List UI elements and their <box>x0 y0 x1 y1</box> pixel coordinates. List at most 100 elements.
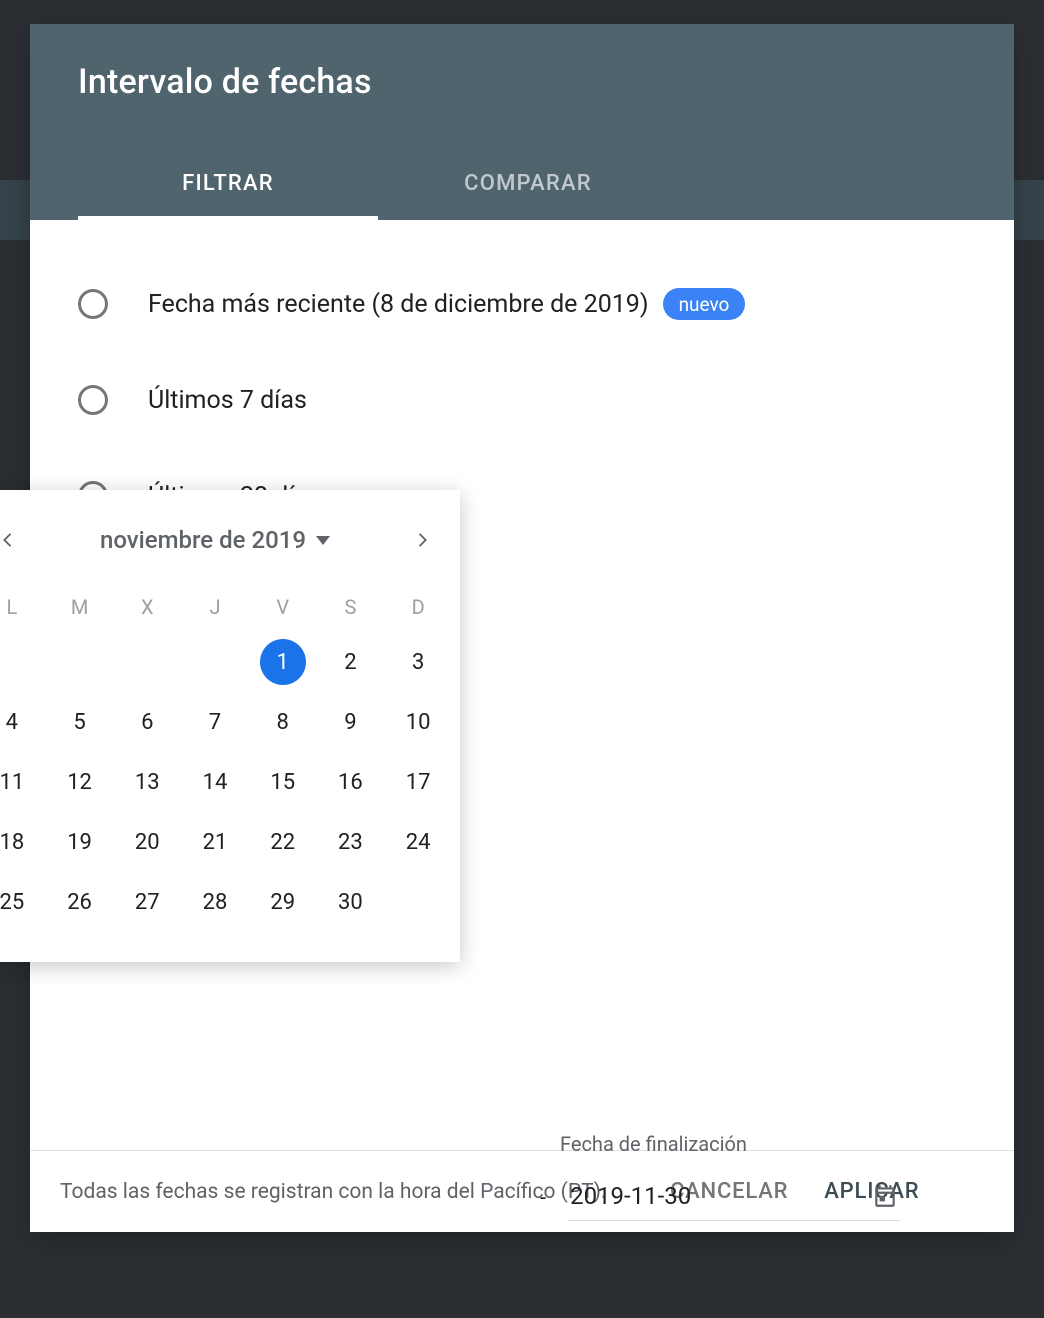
calendar-day-number: 14 <box>192 759 238 805</box>
dialog-title: Intervalo de fechas <box>78 62 966 102</box>
calendar-day-number: 2 <box>327 639 373 685</box>
weekday-header: X <box>113 582 181 632</box>
calendar-day-number: 25 <box>0 879 35 925</box>
calendar-day[interactable]: 7 <box>181 692 249 752</box>
chevron-left-icon <box>0 529 19 551</box>
calendar-day-number: 19 <box>57 819 103 865</box>
calendar-day[interactable]: 29 <box>249 872 317 932</box>
calendar-day[interactable]: 25 <box>0 872 46 932</box>
calendar-day[interactable]: 10 <box>384 692 452 752</box>
calendar-day[interactable]: 2 <box>317 632 385 692</box>
calendar-day[interactable]: 21 <box>181 812 249 872</box>
calendar-day[interactable]: 20 <box>113 812 181 872</box>
weekday-header: D <box>384 582 452 632</box>
calendar-day[interactable]: 26 <box>46 872 114 932</box>
calendar-day-number: 21 <box>192 819 238 865</box>
month-picker-button[interactable]: noviembre de 2019 <box>100 526 330 554</box>
calendar-day[interactable]: 6 <box>113 692 181 752</box>
calendar-day-number: 5 <box>57 699 103 745</box>
calendar-day-number: 9 <box>327 699 373 745</box>
calendar-day[interactable]: 27 <box>113 872 181 932</box>
calendar-day[interactable]: 23 <box>317 812 385 872</box>
tab-compare[interactable]: COMPARAR <box>378 150 678 220</box>
calendar-day-number: 3 <box>395 639 441 685</box>
calendar-day[interactable]: 19 <box>46 812 114 872</box>
calendar-day[interactable]: 18 <box>0 812 46 872</box>
calendar-day[interactable]: 1 <box>249 632 317 692</box>
month-label: noviembre de 2019 <box>100 526 306 554</box>
calendar-day-number: 26 <box>57 879 103 925</box>
calendar-day-number: 18 <box>0 819 35 865</box>
calendar-grid: LMXJVSD123456789101112131415161718192021… <box>0 572 460 932</box>
option-label: Fecha más reciente (8 de diciembre de 20… <box>148 290 649 319</box>
timezone-note: Todas las fechas se registran con la hor… <box>60 1176 640 1208</box>
end-date-label: Fecha de finalización <box>560 1130 900 1158</box>
end-date-row: - 2019-11-30 <box>560 1176 900 1221</box>
calendar-header: noviembre de 2019 <box>0 508 460 572</box>
calendar-day-number: 30 <box>327 879 373 925</box>
calendar-day-empty <box>46 632 114 692</box>
calendar-day-number: 11 <box>0 759 35 805</box>
calendar-day[interactable]: 4 <box>0 692 46 752</box>
weekday-header: S <box>317 582 385 632</box>
end-date-input[interactable]: 2019-11-30 <box>568 1176 900 1221</box>
calendar-day[interactable]: 15 <box>249 752 317 812</box>
calendar-day-number: 16 <box>327 759 373 805</box>
option-last-7-days[interactable]: Últimos 7 días <box>78 352 966 448</box>
calendar-day-number: 20 <box>124 819 170 865</box>
calendar-day-empty <box>113 632 181 692</box>
range-separator: - <box>540 1186 546 1211</box>
end-date-value: 2019-11-30 <box>570 1182 691 1210</box>
calendar-day[interactable]: 24 <box>384 812 452 872</box>
chevron-right-icon <box>411 529 433 551</box>
calendar-day-number: 10 <box>395 699 441 745</box>
calendar-day[interactable]: 14 <box>181 752 249 812</box>
calendar-day-number: 28 <box>192 879 238 925</box>
calendar-day-number: 22 <box>260 819 306 865</box>
calendar-day[interactable]: 9 <box>317 692 385 752</box>
end-date-field: Fecha de finalización - 2019-11-30 <box>560 1130 900 1221</box>
calendar-day-number: 24 <box>395 819 441 865</box>
calendar-day-number: 13 <box>124 759 170 805</box>
calendar-day[interactable]: 30 <box>317 872 385 932</box>
calendar-icon <box>872 1183 898 1209</box>
calendar-day[interactable]: 17 <box>384 752 452 812</box>
next-month-button[interactable] <box>402 520 442 560</box>
calendar-day[interactable]: 12 <box>46 752 114 812</box>
calendar-day-number: 17 <box>395 759 441 805</box>
dialog-tabs: FILTRAR COMPARAR <box>78 150 966 220</box>
calendar-day[interactable]: 22 <box>249 812 317 872</box>
radio-icon <box>78 289 108 319</box>
calendar-day-number: 23 <box>327 819 373 865</box>
option-label: Últimos 7 días <box>148 386 307 415</box>
tab-filter[interactable]: FILTRAR <box>78 150 378 220</box>
calendar-day-number: 27 <box>124 879 170 925</box>
calendar-day-number: 15 <box>260 759 306 805</box>
dialog-header: Intervalo de fechas FILTRAR COMPARAR <box>30 24 1014 220</box>
new-badge: nuevo <box>663 288 746 320</box>
weekday-header: M <box>46 582 114 632</box>
calendar-day-number: 1 <box>260 639 306 685</box>
radio-icon <box>78 385 108 415</box>
calendar-day[interactable]: 13 <box>113 752 181 812</box>
prev-month-button[interactable] <box>0 520 28 560</box>
calendar-day-number: 4 <box>0 699 35 745</box>
calendar-day-number: 29 <box>260 879 306 925</box>
calendar-day[interactable]: 3 <box>384 632 452 692</box>
calendar-popover: noviembre de 2019 LMXJVSD123456789101112… <box>0 490 460 962</box>
calendar-day[interactable]: 28 <box>181 872 249 932</box>
option-latest-date[interactable]: Fecha más reciente (8 de diciembre de 20… <box>78 256 966 352</box>
calendar-day-empty <box>0 632 46 692</box>
caret-down-icon <box>316 536 330 545</box>
calendar-day-number: 12 <box>57 759 103 805</box>
calendar-day[interactable]: 5 <box>46 692 114 752</box>
calendar-day[interactable]: 11 <box>0 752 46 812</box>
calendar-day-number: 7 <box>192 699 238 745</box>
calendar-day[interactable]: 8 <box>249 692 317 752</box>
calendar-day-empty <box>181 632 249 692</box>
calendar-day-number: 8 <box>260 699 306 745</box>
calendar-day[interactable]: 16 <box>317 752 385 812</box>
weekday-header: L <box>0 582 46 632</box>
calendar-day-number: 6 <box>124 699 170 745</box>
weekday-header: V <box>249 582 317 632</box>
